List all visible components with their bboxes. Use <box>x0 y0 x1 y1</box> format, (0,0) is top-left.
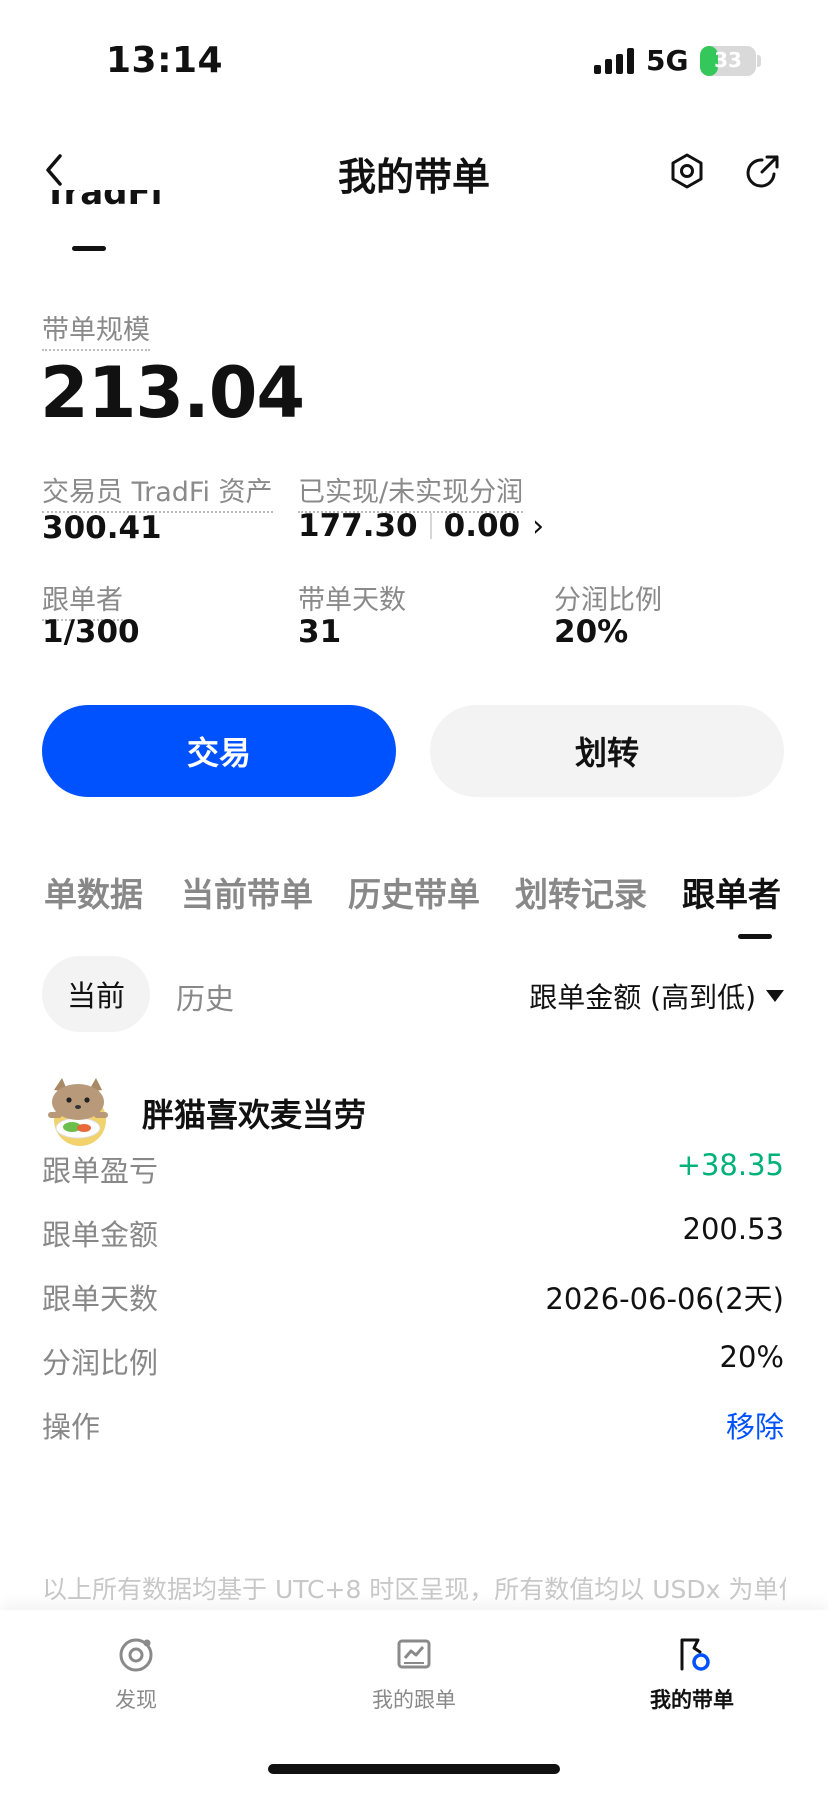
filter-history-button[interactable]: 历史 <box>176 976 234 1018</box>
followers-value: 1/300 <box>42 614 140 650</box>
realized-value: 177.30 <box>298 508 418 544</box>
tab-followers[interactable]: 跟单者 <box>682 868 781 916</box>
scale-label[interactable]: 带单规模 <box>42 308 150 351</box>
tab-history-orders[interactable]: 历史带单 <box>348 868 480 916</box>
follower-amount-value: 200.53 <box>682 1212 784 1246</box>
pnl-label[interactable]: 已实现/未实现分润 <box>298 470 524 513</box>
follower-name[interactable]: 胖猫喜欢麦当劳 <box>142 1090 366 1136</box>
signal-icon <box>594 48 636 74</box>
sort-dropdown[interactable]: 跟单金额 (高到低) <box>529 976 784 1016</box>
pnl-separator <box>429 513 432 539</box>
days-label: 带单天数 <box>298 585 406 616</box>
days-value: 31 <box>298 614 342 650</box>
assets-label[interactable]: 交易员 TradFi 资产 <box>42 470 273 513</box>
nav-discover-label: 发现 <box>115 1688 157 1712</box>
follower-days-label: 跟单天数 <box>42 1282 159 1316</box>
battery-icon: 33 <box>700 46 756 76</box>
follower-action-label: 操作 <box>42 1410 101 1444</box>
tab-current-orders[interactable]: 当前带单 <box>181 868 313 916</box>
section-tab-indicator <box>72 246 106 251</box>
pnl-value[interactable]: 177.30 0.00 › <box>298 508 544 544</box>
follower-amount-label: 跟单金额 <box>42 1218 159 1252</box>
nav-my-copy-trades[interactable]: 我的跟单 <box>314 1634 514 1714</box>
discover-icon <box>119 1638 153 1672</box>
footnote: 以上所有数据均基于 UTC+8 时区呈现，所有数值均以 USDx 为单位 <box>42 1575 786 1604</box>
share-icon[interactable] <box>744 152 782 190</box>
scale-value: 213.04 <box>40 352 305 434</box>
follower-pnl-value: +38.35 <box>676 1148 784 1182</box>
tab-transfer-records[interactable]: 划转记录 <box>515 868 647 916</box>
chart-icon <box>397 1639 431 1669</box>
nav-my-lead-trades[interactable]: 我的带单 <box>592 1634 792 1714</box>
tab-data[interactable]: 单数据 <box>44 868 143 916</box>
battery-level: 33 <box>714 48 742 72</box>
remove-follower-button[interactable]: 移除 <box>726 1404 784 1446</box>
trade-button[interactable]: 交易 <box>42 705 396 797</box>
follower-share-label: 分润比例 <box>42 1346 159 1380</box>
transfer-button[interactable]: 划转 <box>430 705 784 797</box>
tab-indicator <box>738 934 772 939</box>
avatar <box>48 1078 108 1146</box>
nav-discover[interactable]: 发现 <box>36 1634 236 1714</box>
tab-bar: 单数据 当前带单 历史带单 划转记录 跟单者 <box>0 868 828 918</box>
chevron-right-icon: › <box>532 508 545 544</box>
caret-down-icon <box>766 990 784 1002</box>
follower-days-value: 2026-06-06(2天) <box>545 1282 784 1316</box>
home-indicator[interactable] <box>268 1764 560 1774</box>
battery-tip <box>757 55 761 67</box>
assets-value: 300.41 <box>42 510 162 546</box>
profit-share-value: 20% <box>554 614 629 650</box>
gear-icon[interactable] <box>668 152 706 190</box>
follower-share-value: 20% <box>719 1340 784 1374</box>
unrealized-value: 0.00 <box>443 508 521 544</box>
follower-pnl-label: 跟单盈亏 <box>42 1154 159 1188</box>
nav-my-copy-trades-label: 我的跟单 <box>372 1688 456 1712</box>
nav-my-lead-trades-label: 我的带单 <box>650 1688 734 1712</box>
profit-share-label: 分润比例 <box>554 585 662 616</box>
sort-label: 跟单金额 (高到低) <box>529 981 756 1014</box>
section-tab-tradfi[interactable]: TradFi <box>44 190 162 216</box>
status-time: 13:14 <box>106 40 224 81</box>
flag-icon <box>680 1638 710 1671</box>
network-type: 5G <box>646 44 689 77</box>
filter-current-button[interactable]: 当前 <box>42 956 150 1032</box>
